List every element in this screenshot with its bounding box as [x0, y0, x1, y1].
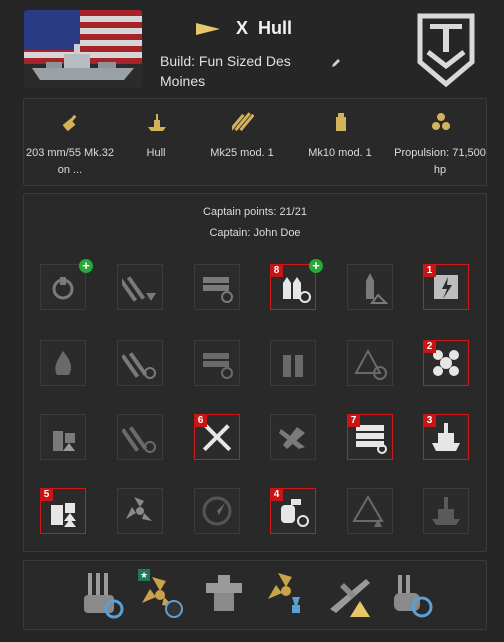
module-label: Hull — [146, 147, 166, 159]
tier-arrow-icon — [196, 23, 220, 36]
ship-name: Hull — [258, 18, 293, 38]
plus-icon: + — [79, 259, 93, 273]
skill-slot[interactable]: 7 — [347, 414, 393, 460]
skill-slot[interactable]: 1 — [423, 264, 469, 310]
propulsion-upgrade-icon — [268, 573, 300, 613]
upgrade-slot[interactable] — [78, 569, 126, 621]
upgrade-slot[interactable] — [264, 569, 312, 621]
skill-slot[interactable] — [194, 264, 240, 310]
upgrade-slot[interactable] — [326, 569, 374, 621]
warning-down-icon — [352, 495, 384, 527]
upgrade-slot[interactable] — [200, 569, 248, 621]
skill-order-badge: 5 — [40, 488, 53, 501]
modules-panel: 203 mm/55 Mk.32 on ... Hull Mk25 mod. 1 … — [23, 98, 487, 186]
skill-slot[interactable]: 5 — [40, 488, 86, 534]
ship-tier: X — [236, 18, 249, 38]
captain-panel: Captain points: 21/21 Captain: John Doe … — [23, 193, 487, 552]
aa-upgrade-icon — [53, 431, 75, 451]
skill-slot[interactable]: 6 — [194, 414, 240, 460]
header: X Hull Build: Fun Sized Des Moines — [0, 0, 504, 96]
shells-icon — [283, 355, 303, 377]
skill-slot[interactable] — [423, 488, 469, 534]
guns-reload-mod-icon — [394, 575, 433, 618]
skill-order-badge: 3 — [423, 414, 436, 427]
skill-slot[interactable] — [40, 414, 86, 460]
torpedo-reload-2-icon — [122, 426, 156, 453]
upgrades-panel: ★ — [23, 560, 487, 630]
skill-slot[interactable] — [117, 414, 163, 460]
fire-icon — [55, 351, 71, 375]
star-icon: ★ — [138, 569, 150, 581]
skill-order-badge: 2 — [423, 340, 436, 353]
skill-slot[interactable] — [270, 414, 316, 460]
propeller-upgrade-icon — [126, 497, 152, 521]
skill-slot[interactable] — [194, 488, 240, 534]
captain-points: Captain points: 21/21 — [203, 206, 307, 218]
torpedo-speed-icon — [122, 352, 156, 379]
module-label: Mk10 mod. 1 — [308, 147, 372, 159]
shell-warning-icon — [366, 273, 388, 304]
build-name: Build: Fun Sized Des Moines — [160, 53, 291, 89]
torpedo-tube-icon — [203, 353, 233, 379]
skill-slot[interactable] — [194, 340, 240, 386]
skill-slot[interactable] — [117, 264, 163, 310]
skill-slot[interactable] — [347, 488, 393, 534]
gear-reload-icon — [52, 277, 74, 300]
edit-pencil-icon[interactable] — [330, 56, 342, 68]
module-label: 203 mm/55 Mk.32 on ... — [25, 147, 115, 176]
skill-order-badge: 8 — [270, 264, 283, 277]
upgrade-slot[interactable]: ★ — [138, 569, 186, 621]
skill-order-badge: 7 — [347, 414, 360, 427]
main-battery-icon — [60, 111, 82, 133]
skill-slot[interactable]: 4 — [270, 488, 316, 534]
radar-icon — [202, 496, 232, 526]
fire-control-icon — [330, 111, 352, 133]
skill-slot[interactable]: 3 — [423, 414, 469, 460]
module-label: Propulsion: 71,500 hp — [394, 147, 486, 176]
hull-icon — [146, 111, 168, 133]
main-armaments-mod-icon — [84, 573, 124, 619]
skill-slot[interactable] — [347, 340, 393, 386]
skill-order-badge: 6 — [194, 414, 207, 427]
captain-name: Captain: John Doe — [209, 227, 301, 239]
skill-slot[interactable]: 2 — [423, 340, 469, 386]
skill-slot[interactable] — [40, 340, 86, 386]
skill-slot[interactable] — [347, 264, 393, 310]
skill-slot[interactable]: 8 + — [270, 259, 323, 310]
skill-slot[interactable] — [117, 340, 163, 386]
upgrade-slot[interactable] — [388, 569, 436, 621]
torpedo-icon — [229, 111, 255, 133]
nation-emblem-icon — [414, 12, 478, 88]
ship-silhouette-icon — [432, 497, 460, 525]
skill-slot[interactable] — [117, 488, 163, 534]
propulsion-icon — [430, 111, 452, 133]
torpedo-aim-icon — [122, 276, 156, 302]
module-label: Mk25 mod. 1 — [210, 147, 274, 159]
steering-gear-mod-icon — [206, 575, 242, 611]
aircraft-down-icon — [279, 427, 305, 449]
aircraft-warning-mod-icon — [330, 579, 370, 617]
skill-slot[interactable]: + — [40, 259, 93, 310]
skill-slot[interactable] — [270, 340, 316, 386]
plus-icon: + — [309, 259, 323, 273]
skill-order-badge: 1 — [423, 264, 436, 277]
skill-order-badge: 4 — [270, 488, 283, 501]
ship-title: X Hull — [196, 18, 292, 39]
torpedo-reload-icon — [203, 277, 233, 303]
ship-flag-image — [24, 10, 142, 88]
warning-target-icon — [354, 348, 387, 380]
